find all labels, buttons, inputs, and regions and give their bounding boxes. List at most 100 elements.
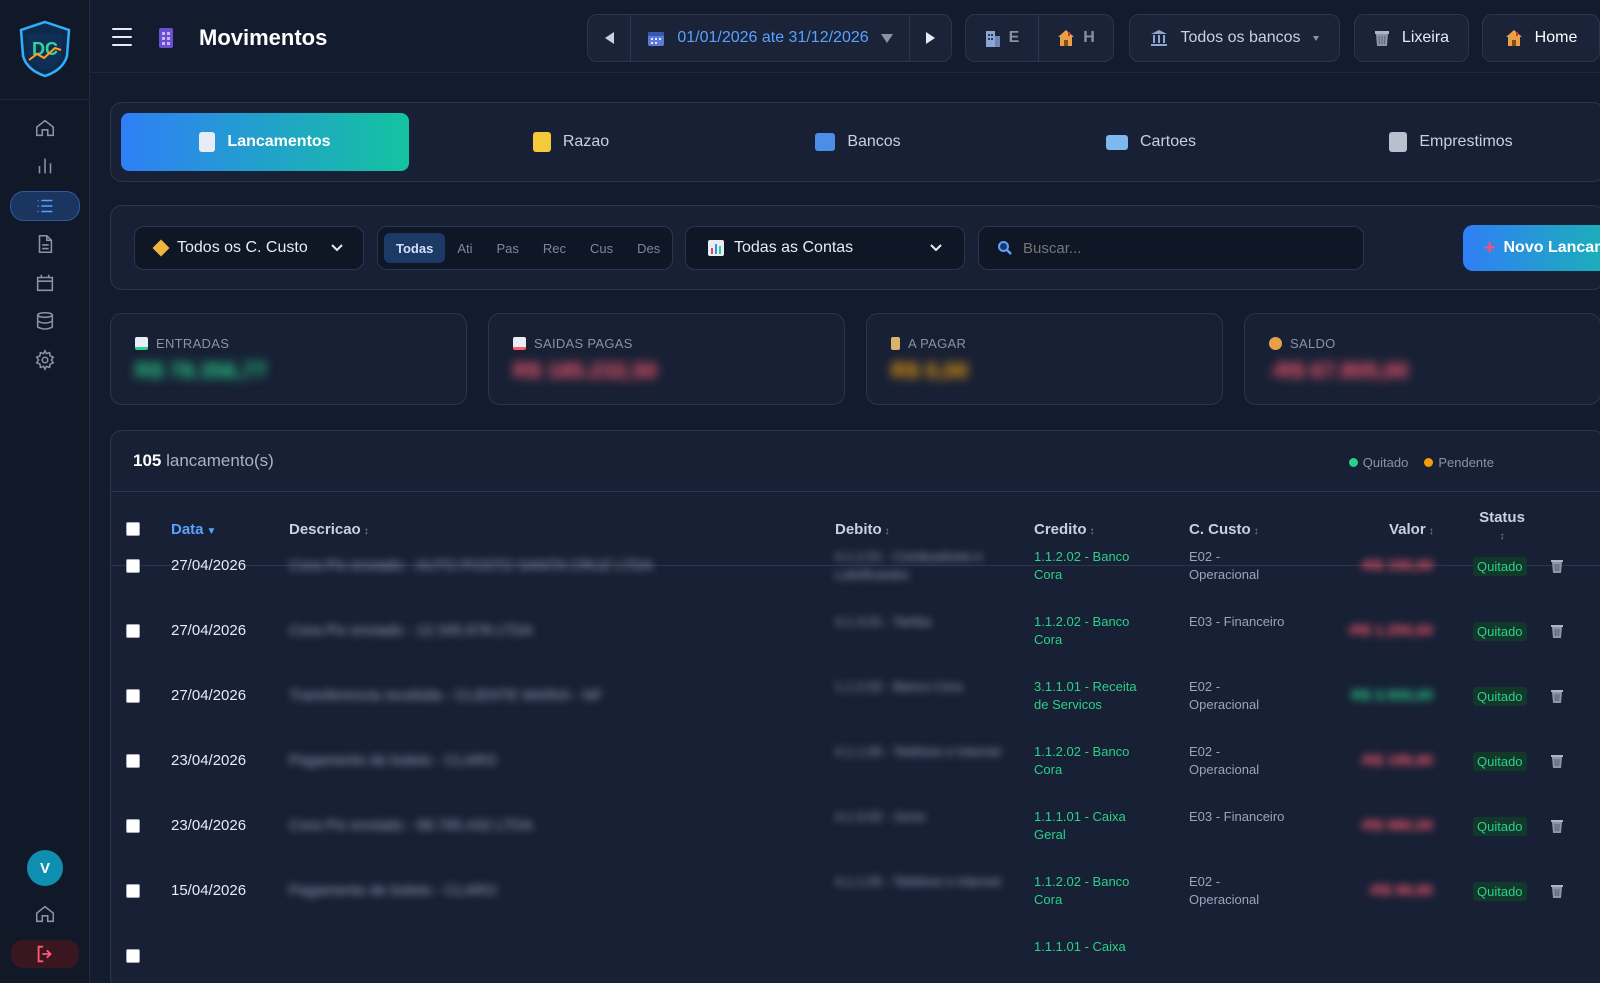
cell-credit[interactable]: 1.1.2.02 - Banco Cora	[1034, 743, 1146, 779]
delete-icon[interactable]	[1551, 624, 1563, 638]
sidebar-divider	[0, 99, 90, 100]
tab-razao[interactable]: Razao	[451, 113, 691, 171]
menu-toggle-icon[interactable]	[112, 28, 132, 46]
date-range-picker[interactable]: 01/01/2026 ate 31/12/2026	[631, 15, 910, 61]
gear-icon	[35, 349, 55, 371]
cost-center-select[interactable]: Todos os C. Custo	[134, 226, 364, 270]
company-e-button[interactable]: E	[966, 15, 1040, 61]
col-value[interactable]: Valor ↕	[1389, 521, 1434, 538]
chevron-down-icon	[1312, 35, 1319, 41]
sidebar-item-database[interactable]	[10, 306, 80, 336]
next-period-button[interactable]	[910, 15, 951, 61]
page-icon	[159, 28, 173, 48]
app-logo[interactable]: DC	[17, 20, 73, 78]
list-icon	[37, 199, 53, 213]
cell-value: -R$ 150,00	[1358, 557, 1433, 574]
company-switch: E H	[965, 14, 1114, 62]
status-legend: Quitado Pendente	[1348, 455, 1494, 470]
sidebar-item-calendar[interactable]	[10, 268, 80, 298]
home-icon	[35, 905, 55, 923]
bank-select[interactable]: Todos os bancos	[1129, 14, 1340, 62]
cell-credit[interactable]: 1.1.2.02 - Banco Cora	[1034, 613, 1146, 649]
stat-card-saldo: SALDO -R$ 67.805,00	[1244, 313, 1600, 405]
bank-select-label: Todos os bancos	[1180, 29, 1301, 46]
type-segment: Todas Ati Pas Rec Cus Des	[377, 226, 673, 270]
stat-value-a-pagar: R$ 0,00	[891, 358, 969, 383]
prev-period-button[interactable]	[588, 15, 631, 61]
delete-icon[interactable]	[1551, 884, 1563, 898]
col-status[interactable]: Status ↕	[1477, 509, 1527, 543]
col-debit[interactable]: Debito ↕	[835, 521, 890, 538]
cell-credit[interactable]: 1.1.2.02 - Banco Cora	[1034, 873, 1146, 909]
cell-credit[interactable]: 1.1.1.01 - Caixa Geral	[1034, 808, 1146, 844]
table-row[interactable]: 27/04/2026 Cora Pix enviado - 12.345.678 …	[111, 611, 1600, 676]
cell-credit[interactable]: 1.1.2.02 - Banco Cora	[1034, 548, 1146, 584]
trash-button[interactable]: Lixeira	[1354, 14, 1469, 62]
row-checkbox[interactable]	[126, 624, 140, 638]
segment-des[interactable]: Des	[625, 233, 672, 263]
search-icon	[998, 241, 1012, 255]
accounts-select[interactable]: Todas as Contas	[685, 226, 965, 270]
avatar[interactable]: V	[27, 850, 63, 886]
tab-lancamentos[interactable]: Lancamentos	[121, 113, 409, 171]
col-cost-center[interactable]: C. Custo ↕	[1189, 521, 1259, 538]
table-row[interactable]: 1.1.1.01 - Caixa	[111, 936, 1600, 983]
cell-description: Cora Pix enviado - AUTO POSTO SANTA CRUZ…	[289, 557, 653, 574]
row-checkbox[interactable]	[126, 949, 140, 963]
tab-bancos[interactable]: Bancos	[738, 113, 978, 171]
select-all-checkbox[interactable]	[126, 522, 140, 536]
segment-todas[interactable]: Todas	[384, 233, 446, 263]
logout-button[interactable]	[11, 940, 79, 968]
sidebar-home-bottom[interactable]	[10, 899, 80, 929]
credit-card-icon	[1105, 134, 1128, 150]
page-title: Movimentos	[199, 25, 328, 50]
cell-date: 23/04/2026	[171, 752, 247, 769]
cell-credit[interactable]: 1.1.1.01 - Caixa	[1034, 938, 1146, 956]
col-date[interactable]: Data ▼	[171, 521, 216, 538]
cell-description: Cora Pix enviado - 12.345.678 LTDA	[289, 622, 534, 639]
segment-rec[interactable]: Rec	[531, 233, 578, 263]
segment-ati[interactable]: Ati	[445, 233, 484, 263]
delete-icon[interactable]	[1551, 819, 1563, 833]
table-row[interactable]: 23/04/2026 Cora Pix enviado - 98.765.432 …	[111, 806, 1600, 871]
row-checkbox[interactable]	[126, 884, 140, 898]
bank-icon	[1151, 30, 1168, 46]
sidebar-item-movements[interactable]	[10, 191, 80, 221]
sidebar-item-reports[interactable]	[10, 151, 80, 181]
tab-cartoes[interactable]: Cartoes	[1031, 113, 1271, 171]
delete-icon[interactable]	[1551, 689, 1563, 703]
segment-cus[interactable]: Cus	[578, 233, 625, 263]
chevron-down-icon	[930, 244, 942, 252]
segment-pas[interactable]: Pas	[485, 233, 531, 263]
col-credit[interactable]: Credito ↕	[1034, 521, 1095, 538]
search-box[interactable]	[978, 226, 1364, 270]
col-description[interactable]: Descricao ↕	[289, 521, 369, 538]
row-checkbox[interactable]	[126, 559, 140, 573]
row-checkbox[interactable]	[126, 819, 140, 833]
cell-cost-center: E02 - Operacional	[1189, 744, 1260, 777]
row-checkbox[interactable]	[126, 689, 140, 703]
table-row[interactable]: 15/04/2026 Pagamento de boleto - CLARO 4.1…	[111, 871, 1600, 936]
tab-emprestimos[interactable]: Emprestimos	[1321, 113, 1581, 171]
row-checkbox[interactable]	[126, 754, 140, 768]
cell-cost-center: E02 - Operacional	[1189, 549, 1260, 582]
sidebar-item-settings[interactable]	[10, 345, 80, 375]
cell-date: 15/04/2026	[171, 882, 247, 899]
logout-icon	[37, 945, 52, 963]
sidebar-item-documents[interactable]	[10, 229, 80, 259]
cell-debit: 1.1.2.02 - Banco Cora	[835, 679, 963, 694]
delete-icon[interactable]	[1551, 754, 1563, 768]
table-row[interactable]: 27/04/2026 Transferencia recebida - CLIEN…	[111, 676, 1600, 741]
new-entry-button[interactable]: + Novo Lancamento	[1463, 225, 1600, 271]
table-row[interactable]: 27/04/2026 Cora Pix enviado - AUTO POSTO …	[111, 546, 1600, 611]
company-h-button[interactable]: H	[1039, 15, 1113, 61]
cell-description: Cora Pix enviado - 98.765.432 LTDA	[289, 817, 534, 834]
table-row[interactable]: 23/04/2026 Pagamento de boleto - CLARO 4.1…	[111, 741, 1600, 806]
delete-icon[interactable]	[1551, 559, 1563, 573]
search-input[interactable]	[1023, 239, 1345, 257]
status-badge: Quitado	[1473, 622, 1527, 641]
sidebar-item-home[interactable]	[10, 113, 80, 143]
cell-debit: 4.1.1.05 - Telefone e Internet	[835, 874, 1001, 889]
home-button[interactable]: Home	[1482, 14, 1600, 62]
cell-credit[interactable]: 3.1.1.01 - Receita de Servicos	[1034, 678, 1146, 714]
